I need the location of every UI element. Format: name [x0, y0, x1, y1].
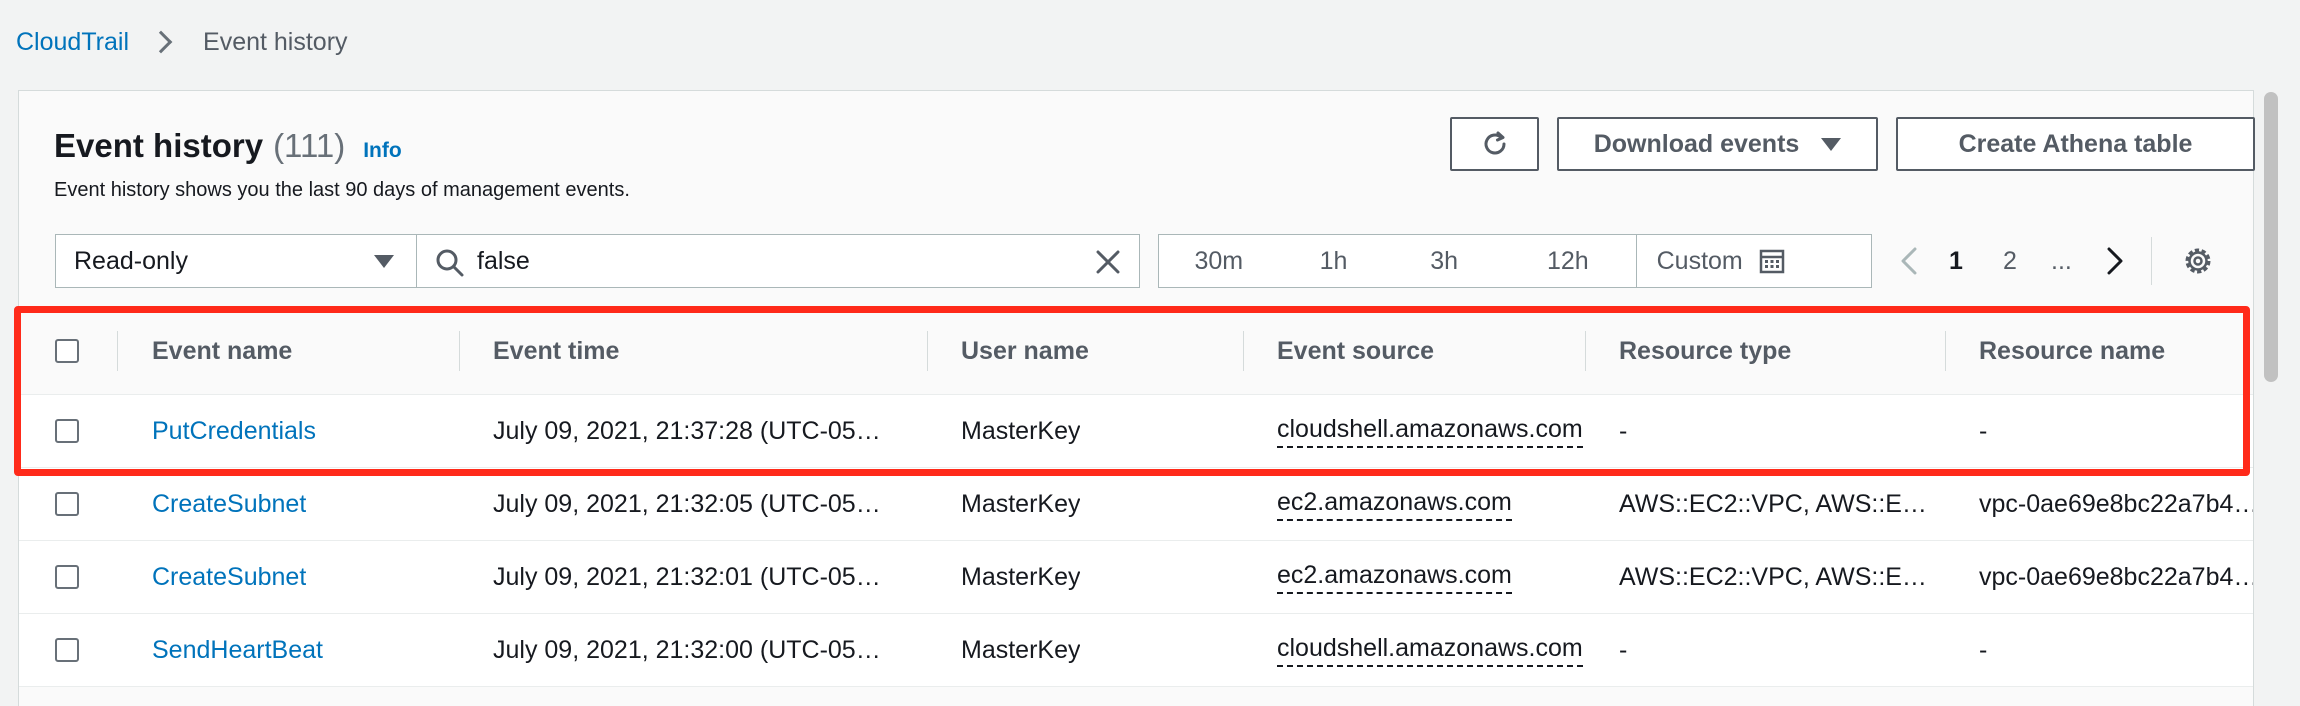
select-all-checkbox[interactable]: [55, 339, 79, 363]
breadcrumb-cloudtrail-link[interactable]: CloudTrail: [16, 28, 129, 57]
event-source-text: cloudshell.amazonaws.com: [1277, 415, 1583, 448]
panel-header: Event history (111) Info: [54, 127, 402, 165]
download-events-label: Download events: [1593, 129, 1800, 158]
scrollbar-thumb[interactable]: [2264, 92, 2278, 382]
time-range-selector: 30m 1h 3h 12h Custom: [1158, 234, 1872, 288]
close-icon[interactable]: [1093, 247, 1123, 277]
create-athena-table-label: Create Athena table: [1958, 129, 2193, 158]
user-name: MasterKey: [961, 636, 1081, 664]
search-value: false: [477, 246, 530, 275]
table-row: CreateSubnet July 09, 2021, 21:32:05 (UT…: [19, 468, 2253, 541]
column-header-event-name[interactable]: Event name: [152, 307, 292, 395]
page-2-button[interactable]: 2: [2003, 234, 2017, 288]
custom-label: Custom: [1656, 246, 1743, 275]
event-source-text: ec2.amazonaws.com: [1277, 488, 1512, 521]
breadcrumb: CloudTrail Event history: [16, 22, 348, 62]
lookup-attribute-value: Read-only: [74, 246, 188, 275]
chevron-right-icon[interactable]: [2095, 234, 2135, 288]
info-link[interactable]: Info: [363, 139, 401, 163]
event-count: (111): [273, 127, 346, 164]
event-source[interactable]: cloudshell.amazonaws.com: [1277, 614, 1590, 687]
chevron-right-icon: [149, 30, 173, 54]
column-header-user-name[interactable]: User name: [961, 307, 1089, 395]
resource-type: AWS::EC2::VPC, AWS::E…: [1619, 490, 1927, 518]
column-divider: [1243, 331, 1244, 371]
time-option-12h[interactable]: 12h: [1500, 235, 1636, 287]
resource-name: vpc-0ae69e8bc22a7b4…: [1979, 490, 2253, 518]
column-divider: [459, 331, 460, 371]
event-name-link[interactable]: PutCredentials: [152, 395, 316, 468]
column-divider: [117, 331, 118, 371]
event-source[interactable]: ec2.amazonaws.com: [1277, 541, 1590, 614]
download-events-button[interactable]: Download events: [1557, 117, 1878, 171]
table-row: SendHeartBeat July 09, 2021, 21:32:00 (U…: [19, 614, 2253, 687]
caret-down-icon: [374, 254, 394, 268]
resource-type: -: [1619, 636, 1628, 664]
table-row: PutCredentials July 09, 2021, 21:37:28 (…: [19, 395, 2253, 468]
user-name: MasterKey: [961, 563, 1081, 591]
event-name-link[interactable]: CreateSubnet: [152, 468, 306, 541]
event-source-text: cloudshell.amazonaws.com: [1277, 634, 1583, 667]
column-header-resource-name[interactable]: Resource name: [1979, 307, 2165, 395]
user-name: MasterKey: [961, 417, 1081, 445]
row-checkbox[interactable]: [55, 638, 79, 662]
row-checkbox[interactable]: [55, 419, 79, 443]
event-history-panel: Event history (111) Info Event history s…: [18, 90, 2255, 706]
table-header: Event name Event time User name Event so…: [19, 307, 2253, 395]
column-divider: [927, 331, 928, 371]
event-time: July 09, 2021, 21:32:01 (UTC-05…: [493, 563, 881, 591]
page-title: Event history: [54, 127, 264, 164]
calendar-icon: [1759, 249, 1785, 274]
resource-name: -: [1979, 417, 1988, 445]
events-table: Event name Event time User name Event so…: [19, 307, 2253, 687]
event-time: July 09, 2021, 21:37:28 (UTC-05…: [493, 417, 881, 445]
table-row: CreateSubnet July 09, 2021, 21:32:01 (UT…: [19, 541, 2253, 614]
column-divider: [1945, 331, 1946, 371]
chevron-left-icon[interactable]: [1889, 234, 1929, 288]
event-source[interactable]: ec2.amazonaws.com: [1277, 468, 1590, 541]
refresh-button[interactable]: [1450, 117, 1539, 171]
column-header-event-time[interactable]: Event time: [493, 307, 619, 395]
create-athena-table-button[interactable]: Create Athena table: [1896, 117, 2255, 171]
breadcrumb-current: Event history: [203, 27, 348, 56]
time-option-3h[interactable]: 3h: [1388, 235, 1500, 287]
gear-icon[interactable]: [2181, 244, 2215, 278]
column-divider: [1585, 331, 1586, 371]
resource-name: -: [1979, 636, 1988, 664]
resource-type: AWS::EC2::VPC, AWS::E…: [1619, 563, 1927, 591]
event-time: July 09, 2021, 21:32:00 (UTC-05…: [493, 636, 881, 664]
refresh-icon: [1484, 131, 1505, 155]
page-description: Event history shows you the last 90 days…: [54, 179, 630, 201]
time-option-30m[interactable]: 30m: [1159, 235, 1279, 287]
lookup-attribute-select[interactable]: Read-only: [55, 234, 417, 288]
pagination-ellipsis: ...: [2051, 246, 2072, 275]
search-icon: [436, 249, 464, 277]
search-input[interactable]: false: [416, 234, 1140, 288]
column-header-resource-type[interactable]: Resource type: [1619, 307, 1791, 395]
row-checkbox[interactable]: [55, 492, 79, 516]
user-name: MasterKey: [961, 490, 1081, 518]
event-time: July 09, 2021, 21:32:05 (UTC-05…: [493, 490, 881, 518]
event-name-link[interactable]: SendHeartBeat: [152, 614, 323, 687]
time-option-custom[interactable]: Custom: [1635, 235, 1871, 287]
resource-type: -: [1619, 417, 1628, 445]
resource-name: vpc-0ae69e8bc22a7b4…: [1979, 563, 2253, 591]
caret-down-icon: [1821, 137, 1842, 151]
event-source[interactable]: cloudshell.amazonaws.com: [1277, 395, 1590, 468]
column-header-event-source[interactable]: Event source: [1277, 307, 1434, 395]
time-option-1h[interactable]: 1h: [1279, 235, 1389, 287]
divider: [2151, 237, 2152, 285]
event-name-link[interactable]: CreateSubnet: [152, 541, 306, 614]
row-checkbox[interactable]: [55, 565, 79, 589]
page-1-button[interactable]: 1: [1949, 234, 1963, 288]
event-source-text: ec2.amazonaws.com: [1277, 561, 1512, 594]
